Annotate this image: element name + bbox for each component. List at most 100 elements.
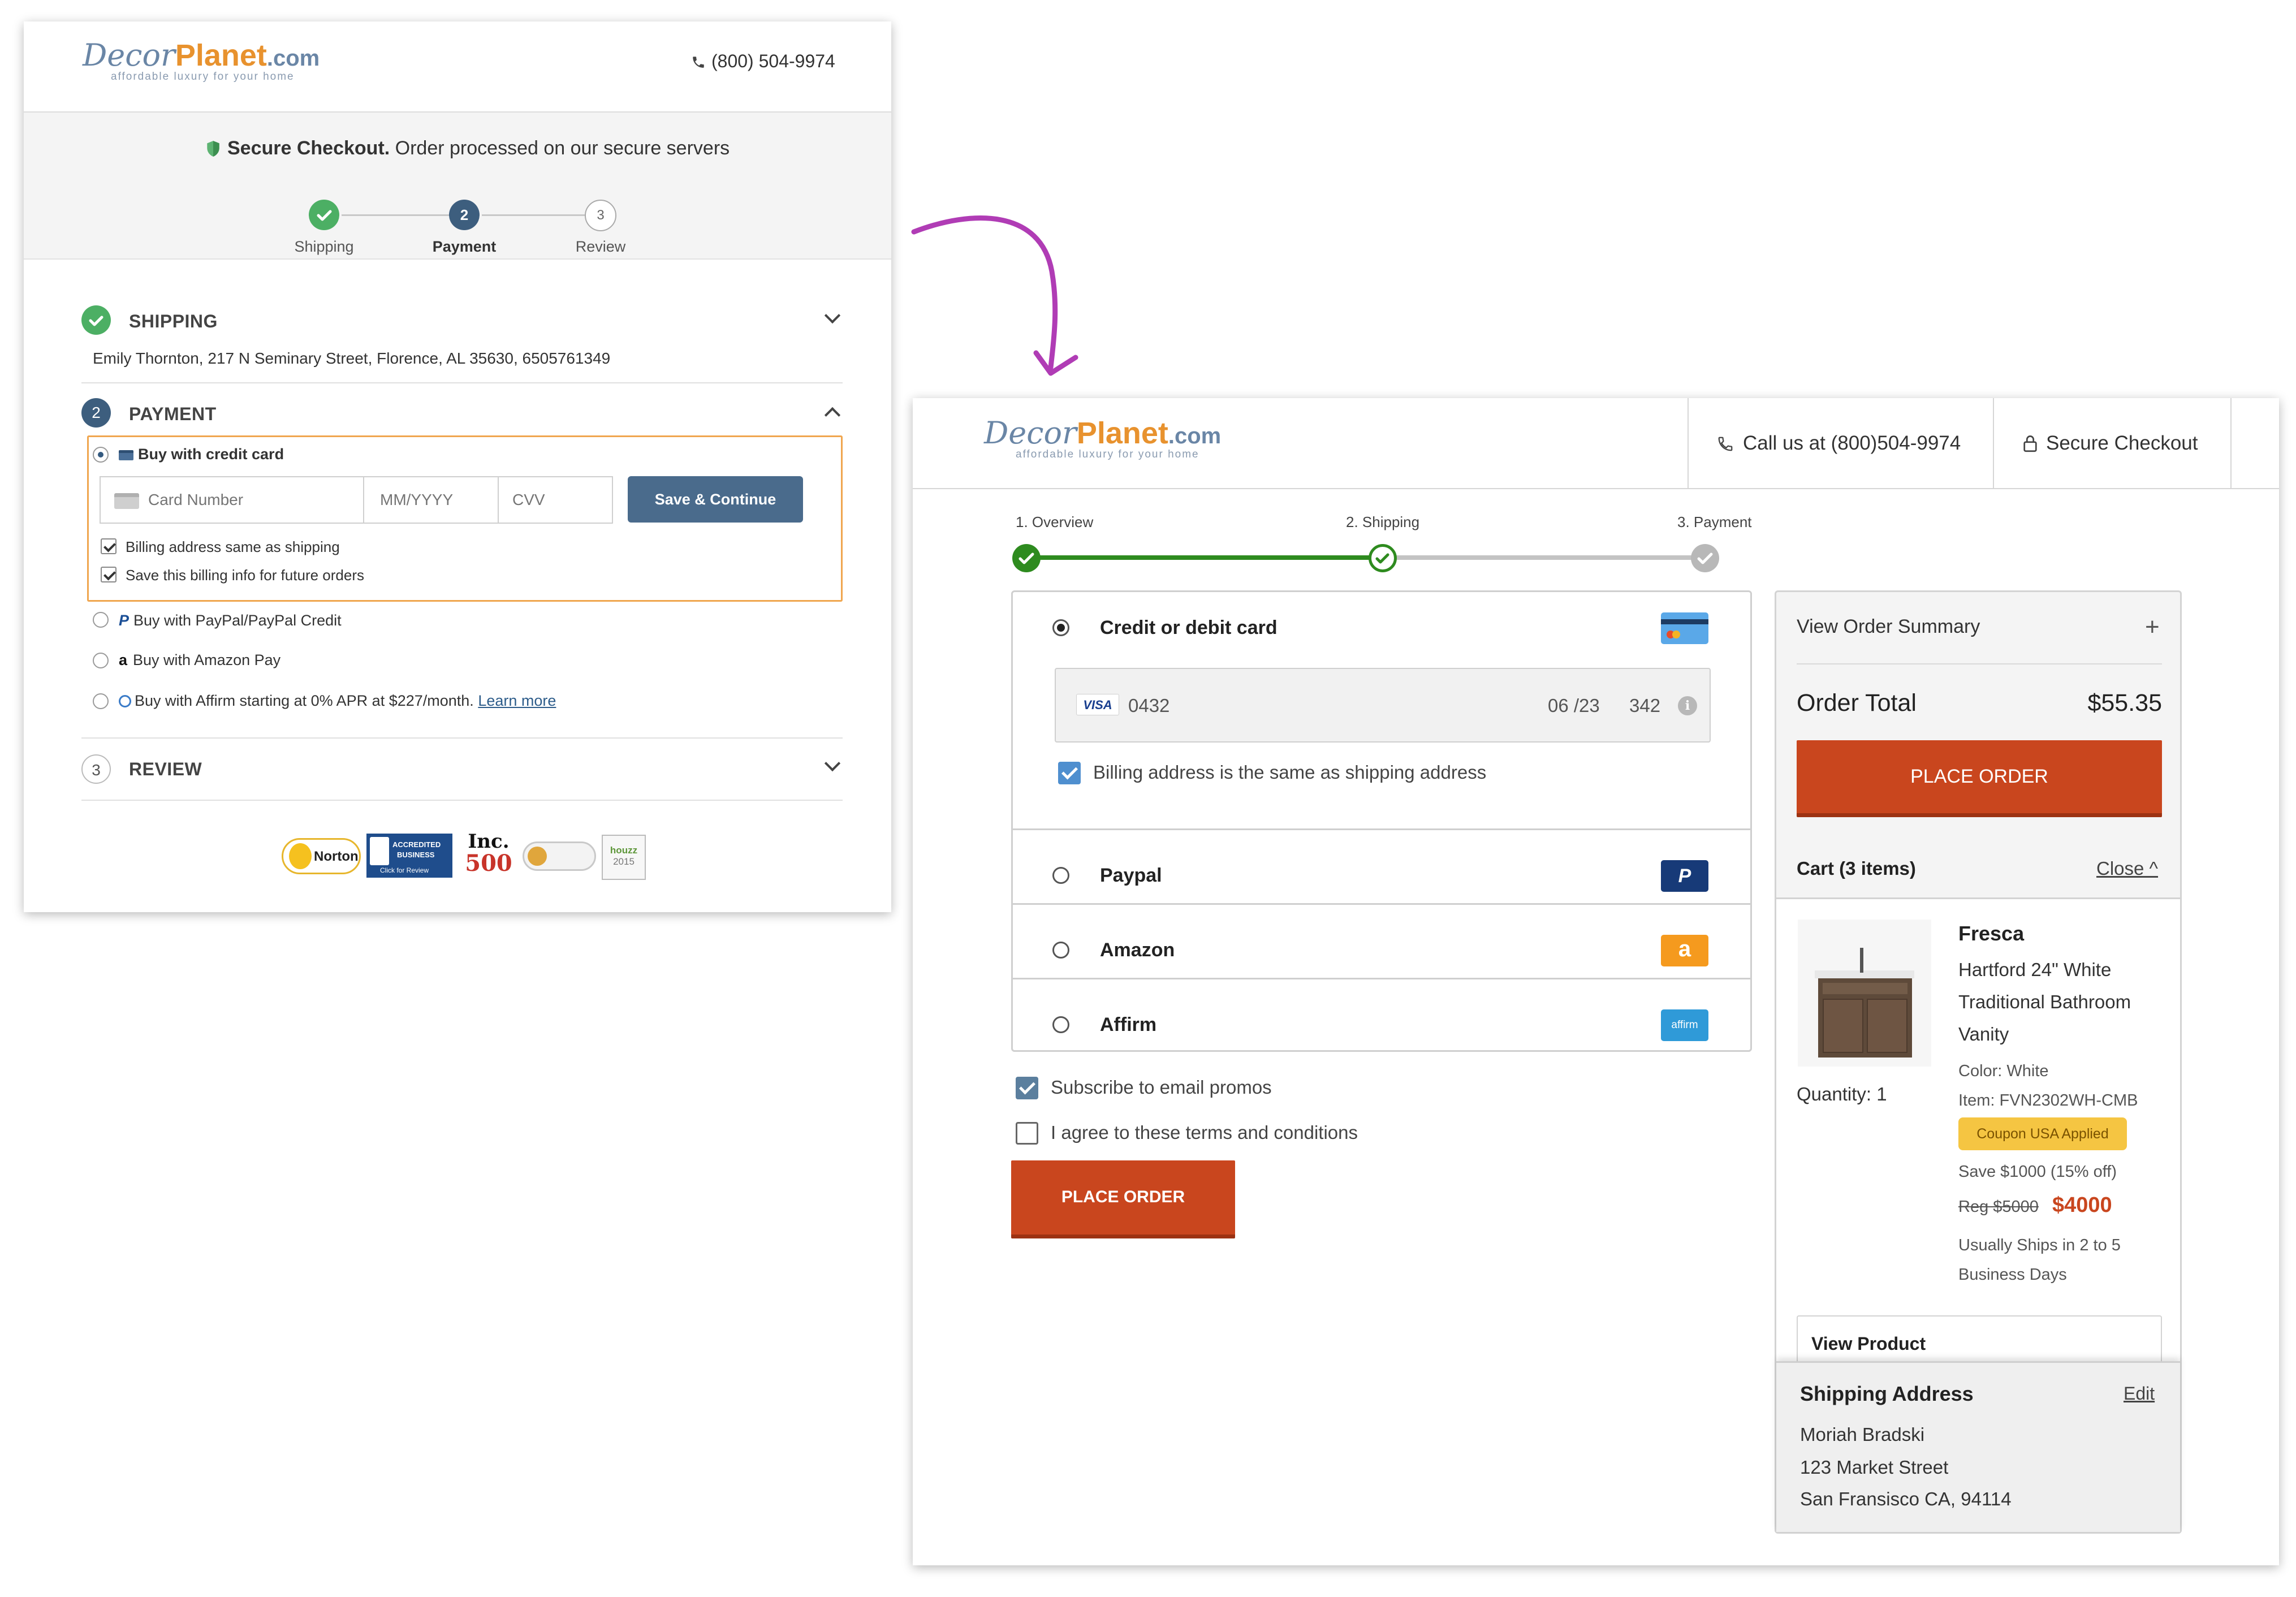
chevron-down-icon[interactable] [824, 307, 841, 324]
billing-same-checkbox[interactable] [101, 538, 116, 554]
paypal-radio[interactable] [1052, 867, 1069, 884]
place-order-button[interactable]: PLACE ORDER [1011, 1160, 1235, 1238]
product-ships: Usually Ships in 2 to 5 Business Days [1958, 1236, 2121, 1284]
card-cvv: 342 [1629, 695, 1661, 716]
chevron-up-icon[interactable] [824, 407, 841, 424]
billing-same-checkbox[interactable] [1058, 762, 1081, 784]
divider [363, 477, 364, 523]
summary-place-order-button[interactable]: PLACE ORDER [1797, 740, 2162, 817]
cvv-input[interactable] [512, 484, 603, 516]
amazon-option-label[interactable]: Amazon [1100, 939, 1175, 961]
terms-checkbox[interactable] [1016, 1122, 1038, 1145]
terms-label: I agree to these terms and conditions [1051, 1122, 1358, 1143]
step-shipping-check-icon [309, 200, 339, 230]
lock-icon [2023, 435, 2037, 452]
cart-close-link[interactable]: Close ^ [2096, 858, 2158, 879]
divider [498, 477, 499, 523]
chevron-down-icon[interactable] [824, 755, 841, 772]
credit-card-radio[interactable] [93, 447, 109, 463]
progress-shipping-check-icon [1369, 544, 1397, 572]
divider [1797, 663, 2162, 664]
affirm-radio[interactable] [1052, 1016, 1069, 1033]
divider [81, 800, 843, 801]
inc500-badge[interactable]: Inc. 500 [460, 831, 517, 880]
paypal-radio[interactable] [93, 612, 109, 628]
logo-com: .com [266, 46, 320, 71]
subscribe-label: Subscribe to email promos [1051, 1077, 1272, 1098]
info-icon[interactable]: i [1678, 696, 1697, 715]
progress-line-pending [1371, 555, 1704, 560]
plus-icon[interactable]: + [2145, 615, 2160, 640]
card-number-input[interactable] [148, 484, 352, 516]
save-continue-button[interactable]: Save & Continue [628, 476, 803, 523]
product-name[interactable]: Hartford 24" White Traditional Bathroom … [1958, 953, 2162, 1050]
amazon-option[interactable]: a Buy with Amazon Pay [119, 651, 280, 669]
decorplanet-logo[interactable]: DecorPlanet.com affordable luxury for yo… [83, 37, 320, 83]
phone-number: (800) 504-9974 [711, 51, 835, 71]
shipping-address-panel: Shipping Address Edit Moriah Bradski 123… [1776, 1361, 2180, 1532]
payment-section-number: 2 [81, 398, 111, 428]
saved-card-field[interactable]: VISA 0432 06 /23 342 i [1055, 668, 1711, 743]
shipping-address-summary: Emily Thornton, 217 N Seminary Street, F… [93, 349, 611, 367]
call-us-link[interactable]: Call us at (800)504-9974 [1717, 432, 1961, 455]
houzz-year: 2015 [613, 856, 635, 867]
step-shipping-label: Shipping [294, 238, 354, 255]
after-checkout-page: DecorPlanet.com affordable luxury for yo… [913, 398, 2279, 1565]
paypal-option[interactable]: P Buy with PayPal/PayPal Credit [119, 612, 342, 629]
logo-com: .com [1168, 424, 1222, 448]
coupon-badge: Coupon USA Applied [1958, 1117, 2127, 1150]
card-option-label[interactable]: Credit or debit card [1100, 617, 1278, 639]
order-summary-panel: View Order Summary + Order Total $55.35 … [1775, 590, 2182, 1534]
credit-card-option[interactable]: Buy with credit card [119, 446, 284, 463]
review-section-title[interactable]: REVIEW [129, 759, 202, 780]
view-order-summary-toggle[interactable]: View Order Summary [1797, 616, 1980, 638]
shipping-section-title[interactable]: SHIPPING [129, 311, 218, 332]
inc-text: Inc. [468, 830, 510, 853]
affirm-option[interactable]: Buy with Affirm starting at 0% APR at $2… [119, 692, 556, 710]
shipping-complete-icon [81, 305, 111, 335]
view-product-card[interactable]: View Product [1797, 1315, 2162, 1366]
houzz-badge[interactable]: houzz 2015 [602, 835, 646, 880]
card-radio[interactable] [1052, 619, 1069, 636]
step-review-label: Review [575, 238, 626, 255]
secure-checkout-message: Secure Checkout. Order processed on our … [206, 137, 730, 159]
transition-arrow-icon [911, 215, 1078, 376]
progress-payment-check-icon [1691, 544, 1719, 572]
affirm-radio[interactable] [93, 693, 109, 709]
payment-options-panel: Credit or debit card VISA 0432 06 /23 34… [1011, 590, 1752, 1052]
secure-checkout-label: Secure Checkout [2022, 432, 2198, 455]
logo-tagline: affordable luxury for your home [1016, 448, 1199, 460]
learn-more-link[interactable]: Learn more [478, 692, 556, 709]
amazon-radio[interactable] [93, 653, 109, 668]
check-icon [289, 843, 312, 869]
logo-planet: Planet [175, 38, 267, 72]
bbb-click: Click for Review [380, 866, 429, 874]
payment-section-title[interactable]: PAYMENT [129, 404, 217, 425]
call-us-text: Call us at (800)504-9974 [1743, 432, 1961, 454]
amazon-label: Buy with Amazon Pay [133, 651, 281, 668]
subscribe-checkbox[interactable] [1016, 1077, 1038, 1099]
affirm-option-label[interactable]: Affirm [1100, 1014, 1156, 1036]
before-header: DecorPlanet.com affordable luxury for yo… [24, 21, 891, 113]
shipping-name: Moriah Bradski [1800, 1424, 1925, 1445]
reseller-ratings-badge[interactable] [523, 841, 596, 871]
step-payment-label: Payment [432, 238, 497, 255]
expiry-input[interactable] [380, 484, 493, 516]
bbb-icon [370, 837, 389, 865]
edit-shipping-link[interactable]: Edit [2124, 1383, 2155, 1404]
divider [1688, 398, 1689, 489]
bbb-badge[interactable]: ACCREDITED BUSINESS Click for Review [366, 834, 452, 878]
save-billing-checkbox[interactable] [101, 567, 116, 582]
norton-badge[interactable]: Norton [282, 838, 361, 874]
amazon-radio[interactable] [1052, 942, 1069, 959]
paypal-option-label[interactable]: Paypal [1100, 865, 1162, 887]
phone-contact[interactable]: (800) 504-9974 [691, 51, 835, 72]
shipping-address-title: Shipping Address [1800, 1382, 1974, 1405]
product-image[interactable] [1798, 920, 1931, 1067]
cart-items-panel: Quantity: 1 Fresca Hartford 24" White Tr… [1776, 897, 2180, 1366]
card-placeholder-icon [114, 493, 139, 509]
decorplanet-logo[interactable]: DecorPlanet.com affordable luxury for yo… [984, 415, 1221, 461]
progress-shipping-label: 2. Shipping [1346, 513, 1420, 530]
review-section-number: 3 [81, 754, 111, 784]
divider [1013, 828, 1750, 830]
